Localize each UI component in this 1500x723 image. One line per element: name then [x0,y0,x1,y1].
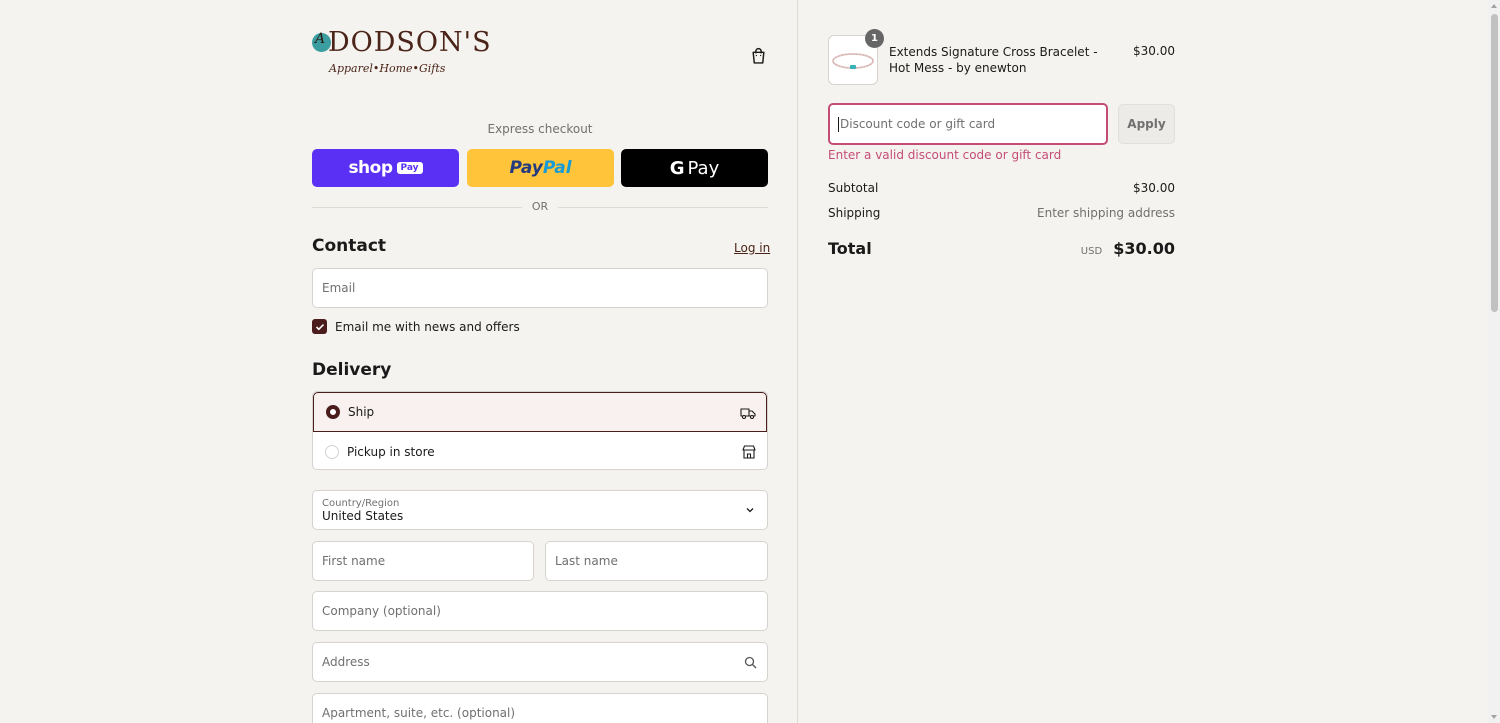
address-placeholder: Address [322,655,370,669]
last-name-placeholder: Last name [555,554,618,568]
email-placeholder: Email [322,281,356,295]
chevron-down-icon [746,508,754,513]
first-name-placeholder: First name [322,554,386,568]
scrollbar-thumb[interactable] [1491,14,1498,312]
shopping-bag-icon[interactable] [750,47,767,64]
product-price: $30.00 [1133,44,1175,58]
discount-placeholder: Discount code or gift card [840,117,996,131]
total-label: Total [828,239,872,258]
scroll-up-arrow-icon[interactable] [1491,4,1497,8]
delivery-option-ship[interactable]: Ship [313,392,767,432]
paypal-button[interactable]: Pay Pal [467,149,614,187]
contact-title: Contact [312,236,387,256]
subtotal-value: $30.00 [1133,181,1175,195]
google-pay-text: Pay [687,157,720,179]
logo-tagline: Apparel•Home•Gifts [329,62,446,75]
apply-button[interactable]: Apply [1118,104,1175,144]
newsletter-row[interactable]: Email me with news and offers [312,319,520,334]
company-field[interactable]: Company (optional) [312,591,768,631]
product-name: Extends Signature Cross Bracelet - Hot M… [889,45,1098,75]
pickup-label: Pickup in store [347,444,435,459]
delivery-option-pickup[interactable]: Pickup in store [313,432,767,469]
newsletter-checkbox[interactable] [312,319,327,334]
shipping-row: Shipping Enter shipping address [828,206,1175,220]
pickup-radio[interactable] [325,444,339,459]
shipping-value: Enter shipping address [1037,206,1175,220]
shop-pay-badge: Pay [396,162,423,174]
first-name-field[interactable]: First name [312,541,534,581]
last-name-field[interactable]: Last name [545,541,768,581]
paypal-text-part1: Pay [509,158,543,178]
scroll-down-arrow-icon[interactable] [1491,715,1497,719]
or-text: OR [522,200,558,213]
shipping-label: Shipping [828,206,881,220]
email-field[interactable]: Email [312,268,768,308]
apartment-placeholder: Apartment, suite, etc. (optional) [322,706,516,720]
logo-circle-letter: A [315,31,326,47]
apartment-field[interactable]: Apartment, suite, etc. (optional) [312,693,768,723]
shop-pay-button[interactable]: shop Pay [312,149,459,187]
country-label: Country/Region [322,497,400,509]
ship-radio[interactable] [326,405,340,419]
total-currency: USD [1080,246,1103,257]
total-amount: $30.00 [1113,239,1175,258]
search-icon [744,656,757,669]
delivery-method-group: Ship Pickup in store [312,391,768,470]
delivery-title: Delivery [312,360,392,380]
express-checkout-title: Express checkout [487,122,593,136]
address-field[interactable]: Address [312,642,768,682]
subtotal-label: Subtotal [828,181,879,195]
logo-brand-name: DODSON'S [328,27,492,58]
total-row: Total USD $30.00 [828,239,1175,258]
paypal-text-part2: Pal [542,158,572,178]
page-scrollbar[interactable] [1488,0,1500,723]
discount-code-input[interactable]: Discount code or gift card [828,103,1108,145]
subtotal-row: Subtotal $30.00 [828,181,1175,195]
country-value: United States [322,508,404,523]
text-caret [838,116,839,132]
ship-label: Ship [348,405,375,419]
country-select[interactable]: Country/Region United States [312,490,768,530]
company-placeholder: Company (optional) [322,604,441,618]
checkmark-icon [315,323,324,330]
store-icon [742,445,756,459]
store-logo[interactable]: A DODSON'S Apparel•Home•Gifts [312,27,491,79]
truck-icon [740,408,756,420]
quantity-badge: 1 [865,29,884,48]
google-pay-button[interactable]: G Pay [621,149,768,187]
discount-error-message: Enter a valid discount code or gift card [828,148,1062,162]
shop-pay-text: shop [348,158,393,178]
login-link[interactable]: Log in [734,241,770,255]
newsletter-label: Email me with news and offers [335,319,520,334]
checkout-main-panel: A DODSON'S Apparel•Home•Gifts Express ch… [0,0,798,723]
google-g-icon: G [669,157,685,179]
